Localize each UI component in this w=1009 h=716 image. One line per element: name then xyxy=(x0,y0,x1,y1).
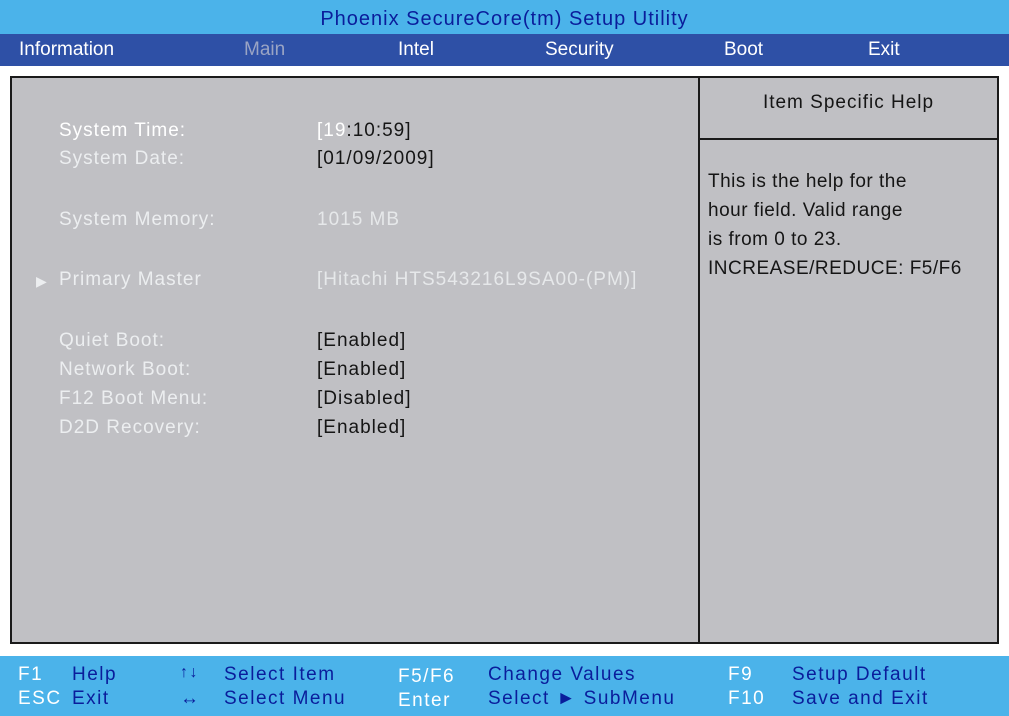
f5f6-desc: Change Values xyxy=(488,664,637,685)
tab-boot[interactable]: Boot xyxy=(724,34,763,66)
app-title: Phoenix SecureCore(tm) Setup Utility xyxy=(320,8,689,30)
f9-desc: Setup Default xyxy=(792,664,927,685)
key-legend-footer: F1 Help ESC Exit ↑↓ Select Item ↔ Select… xyxy=(0,656,1009,716)
left-right-arrows-icon: ↔ xyxy=(180,688,201,709)
help-line-4: INCREASE/REDUCE: F5/F6 xyxy=(708,258,962,279)
d2d-recovery-label[interactable]: D2D Recovery: xyxy=(59,417,201,439)
system-time-rest: :10:59] xyxy=(346,120,412,141)
primary-master-label[interactable]: Primary Master xyxy=(59,269,202,291)
bios-screen: Phoenix SecureCore(tm) Setup Utility Inf… xyxy=(0,0,1009,716)
system-time-hour[interactable]: 19 xyxy=(323,120,346,141)
tab-intel[interactable]: Intel xyxy=(398,34,434,66)
help-line-2: hour field. Valid range xyxy=(708,200,903,221)
quiet-boot-label[interactable]: Quiet Boot: xyxy=(59,330,165,352)
network-boot-value[interactable]: [Enabled] xyxy=(317,359,406,381)
f5f6-key: F5/F6 xyxy=(398,666,456,687)
submenu-arrow-icon: ▶ xyxy=(36,273,47,289)
help-line-1: This is the help for the xyxy=(708,171,907,192)
system-date-label[interactable]: System Date: xyxy=(59,148,185,170)
enter-desc: Select ► SubMenu xyxy=(488,688,676,709)
d2d-recovery-value[interactable]: [Enabled] xyxy=(317,417,406,439)
menu-bar: Information Main Intel Security Boot Exi… xyxy=(0,34,1009,66)
system-date-value[interactable]: [01/09/2009] xyxy=(317,148,435,170)
f1-desc: Help xyxy=(72,664,118,685)
help-divider-vertical xyxy=(698,78,700,642)
esc-key: ESC xyxy=(18,688,62,709)
network-boot-label[interactable]: Network Boot: xyxy=(59,359,191,381)
enter-key: Enter xyxy=(398,690,451,711)
system-memory-label: System Memory: xyxy=(59,209,216,230)
system-time-label[interactable]: System Time: xyxy=(59,120,186,142)
updown-desc: Select Item xyxy=(224,664,336,685)
help-line-3: is from 0 to 23. xyxy=(708,229,842,250)
help-title: Item Specific Help xyxy=(762,92,935,113)
f12-boot-menu-value[interactable]: [Disabled] xyxy=(317,388,412,410)
system-time-value[interactable]: [19:10:59] xyxy=(317,120,412,142)
tab-main[interactable]: Main xyxy=(244,34,285,66)
primary-master-value[interactable]: [Hitachi HTS543216L9SA00-(PM)] xyxy=(317,269,637,291)
content-box: System Time: [19:10:59] System Date: [01… xyxy=(10,76,999,644)
f1-key: F1 xyxy=(18,664,44,685)
main-panel: System Time: [19:10:59] System Date: [01… xyxy=(0,66,1009,648)
tab-security[interactable]: Security xyxy=(545,34,614,66)
f9-key: F9 xyxy=(728,664,754,685)
esc-desc: Exit xyxy=(72,688,110,709)
system-memory-value: 1015 MB xyxy=(317,209,401,230)
tab-information[interactable]: Information xyxy=(19,34,114,66)
f12-boot-menu-label[interactable]: F12 Boot Menu: xyxy=(59,388,208,410)
up-down-arrows-icon: ↑↓ xyxy=(180,664,199,681)
quiet-boot-value[interactable]: [Enabled] xyxy=(317,330,406,352)
leftright-desc: Select Menu xyxy=(224,688,347,709)
tab-exit[interactable]: Exit xyxy=(868,34,900,66)
title-bar: Phoenix SecureCore(tm) Setup Utility xyxy=(0,0,1009,34)
help-divider-horizontal xyxy=(700,138,997,140)
f10-key: F10 xyxy=(728,688,766,709)
f10-desc: Save and Exit xyxy=(792,688,929,709)
